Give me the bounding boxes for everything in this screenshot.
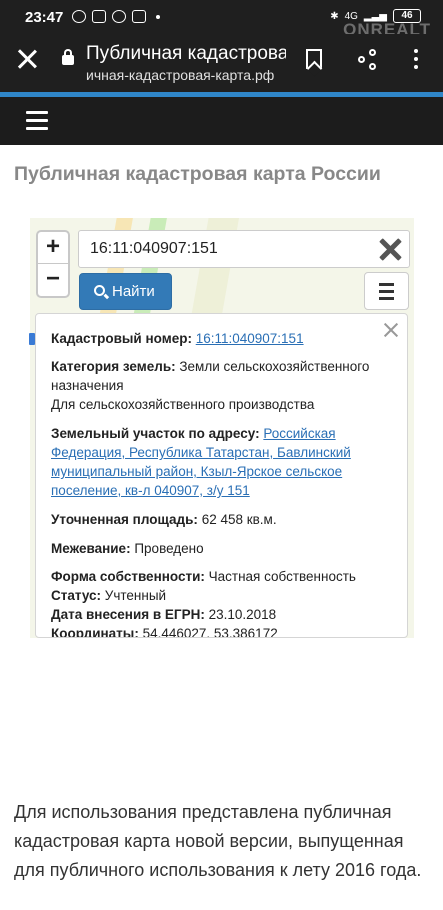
- cadastral-search-input[interactable]: 16:11:040907:151: [78, 230, 410, 268]
- camera-icon: [132, 10, 146, 23]
- survey-value: Проведено: [134, 541, 204, 556]
- cadastral-number-label: Кадастровый номер:: [51, 331, 192, 346]
- parcel-info-popup: Кадастровый номер: 16:11:040907:151 Кате…: [35, 313, 408, 638]
- zoom-in-button[interactable]: +: [38, 232, 68, 264]
- ownership-row: Форма собственности: Частная собственнос…: [51, 567, 381, 586]
- address-label: Земельный участок по адресу:: [51, 426, 260, 441]
- status-notification-icons: [72, 10, 160, 23]
- clear-search-icon[interactable]: [379, 238, 401, 260]
- cadastral-number-row: Кадастровый номер: 16:11:040907:151: [51, 329, 381, 348]
- status-row: Статус: Учтенный: [51, 586, 381, 605]
- zoom-out-button[interactable]: −: [38, 264, 68, 296]
- coordinates-value: 54.446027, 53.386172: [142, 626, 278, 638]
- bookmark-icon[interactable]: [306, 49, 322, 69]
- status-label: Статус:: [51, 588, 101, 603]
- more-notifications-icon: [156, 15, 160, 19]
- find-button-label: Найти: [112, 283, 155, 300]
- browser-page-title[interactable]: Публичная кадастровая: [86, 43, 286, 65]
- search-icon: [94, 285, 105, 296]
- zoom-control: + −: [36, 230, 70, 298]
- find-button[interactable]: Найти: [79, 273, 172, 310]
- status-time: 23:47: [25, 9, 64, 26]
- more-options-icon[interactable]: [414, 49, 418, 73]
- land-use-value: Для сельскохозяйственного производства: [51, 397, 315, 412]
- browser-url[interactable]: ичная-кадастровая-карта.рф: [86, 67, 291, 83]
- bluetooth-icon: ✱: [330, 10, 339, 22]
- ownership-label: Форма собственности:: [51, 569, 205, 584]
- site-navbar: [0, 97, 443, 145]
- alarm-icon: [72, 10, 86, 23]
- status-bar: 23:47 ✱ 4G ▂▃▅ 46 ONREALT: [0, 0, 443, 39]
- camera-icon: [92, 10, 106, 23]
- survey-label: Межевание:: [51, 541, 131, 556]
- page-heading: Публичная кадастровая карта России: [14, 163, 381, 185]
- close-icon[interactable]: [16, 47, 40, 71]
- land-category-row: Категория земель: Земли сельскохозяйстве…: [51, 357, 381, 395]
- share-icon[interactable]: [358, 49, 378, 71]
- status-value: Учтенный: [104, 588, 167, 603]
- area-value: 62 458 кв.м.: [201, 512, 277, 527]
- area-row: Уточненная площадь: 62 458 кв.м.: [51, 510, 381, 529]
- egrn-date-value: 23.10.2018: [208, 607, 277, 622]
- ownership-value: Частная собственность: [208, 569, 356, 584]
- layers-menu-button[interactable]: [364, 272, 409, 310]
- land-use-row: Для сельскохозяйственного производства: [51, 395, 381, 414]
- article-paragraph: Для использования представлена публичная…: [14, 802, 422, 880]
- lock-icon[interactable]: [62, 49, 74, 65]
- land-category-label: Категория земель:: [51, 359, 176, 374]
- area-label: Уточненная площадь:: [51, 512, 198, 527]
- coordinates-label: Координаты:: [51, 626, 139, 638]
- egrn-date-label: Дата внесения в ЕГРН:: [51, 607, 205, 622]
- address-row: Земельный участок по адресу: Российская …: [51, 424, 381, 500]
- popup-close-icon[interactable]: [383, 322, 399, 338]
- hamburger-menu-icon[interactable]: [26, 111, 48, 135]
- list-icon: [365, 273, 408, 300]
- coordinates-row: Координаты: 54.446027, 53.386172: [51, 624, 381, 638]
- survey-row: Межевание: Проведено: [51, 539, 381, 558]
- browser-toolbar: Публичная кадастровая ичная-кадастровая-…: [0, 34, 443, 92]
- search-input-value[interactable]: 16:11:040907:151: [90, 240, 218, 258]
- egrn-date-row: Дата внесения в ЕГРН: 23.10.2018: [51, 605, 381, 624]
- cloud-icon: [112, 10, 126, 23]
- cadastral-number-link[interactable]: 16:11:040907:151: [196, 331, 304, 346]
